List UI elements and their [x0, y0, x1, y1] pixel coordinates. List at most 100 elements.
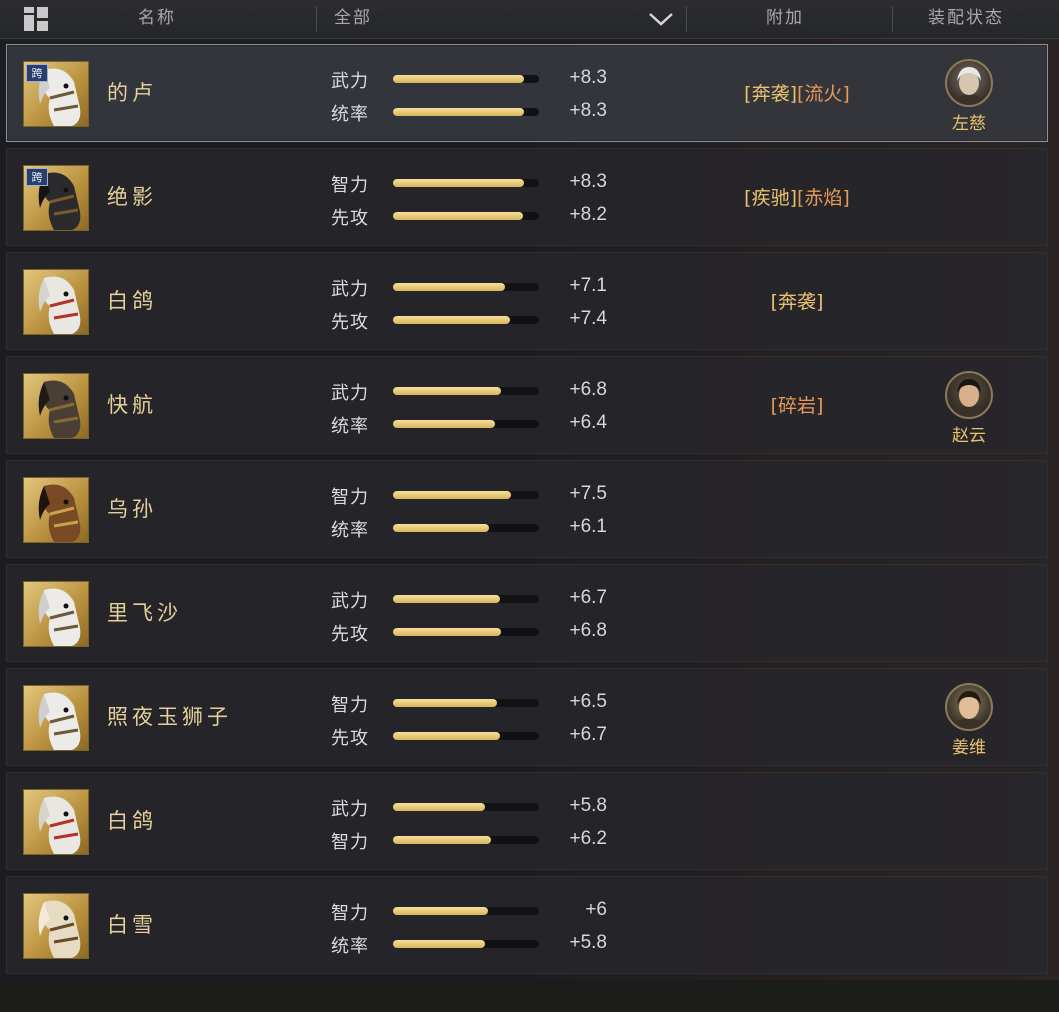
stat-label: 先攻	[331, 624, 369, 645]
horse-row[interactable]: 白鸽 武力 +5.8 智力 +6.2	[6, 772, 1048, 870]
skill-tag[interactable]: [碎岩]	[771, 395, 824, 417]
stat-label: 智力	[331, 832, 369, 853]
bonus-skills: [奔袭]	[727, 287, 867, 314]
horse-row[interactable]: 白鸽 武力 +7.1 先攻 +7.4 [奔袭]	[6, 252, 1048, 350]
horse-name: 白雪	[107, 913, 157, 937]
horse-row[interactable]: 乌孙 智力 +7.5 统率 +6.1	[6, 460, 1048, 558]
stat-value: +8.2	[569, 204, 607, 225]
skill-tag[interactable]: [奔袭]	[771, 291, 824, 313]
horse-portrait	[23, 789, 89, 855]
stat-value: +8.3	[569, 171, 607, 192]
stat-value: +7.1	[569, 275, 607, 296]
layout-toggle-icon[interactable]	[24, 7, 48, 31]
stat-label: 统率	[331, 104, 369, 125]
stat-label: 统率	[331, 520, 369, 541]
stat-label: 统率	[331, 416, 369, 437]
bonus-column-header: 附加	[766, 8, 804, 28]
general-portrait-icon	[953, 67, 985, 105]
horse-row[interactable]: 跨的卢 武力 +8.3 统率 +8.3 [奔袭][流火] 左慈	[6, 44, 1048, 142]
stat-label: 智力	[331, 175, 369, 196]
general-portrait-icon	[953, 379, 985, 417]
stat-value: +6.5	[569, 691, 607, 712]
horse-name: 里飞沙	[107, 601, 182, 625]
stat-line: 先攻 +6.8	[331, 620, 621, 645]
stat-bar-fill	[393, 836, 491, 844]
stat-value: +7.5	[569, 483, 607, 504]
stat-label: 武力	[331, 799, 369, 820]
horse-head-icon	[38, 276, 81, 334]
stat-bar	[393, 940, 539, 948]
stat-label: 智力	[331, 903, 369, 924]
stat-value: +6.8	[569, 620, 607, 641]
horse-name: 快航	[107, 393, 157, 417]
equipped-general-name: 姜维	[952, 738, 986, 758]
skill-tag[interactable]: [疾驰]	[744, 187, 797, 209]
stat-line: 智力 +6.5	[331, 691, 621, 716]
stat-line: 武力 +5.8	[331, 795, 621, 820]
stat-bar-fill	[393, 283, 506, 291]
general-avatar[interactable]	[945, 371, 993, 419]
name-column-header[interactable]: 名称	[138, 0, 176, 38]
stat-label: 武力	[331, 71, 369, 92]
stat-line: 统率 +8.3	[331, 100, 621, 125]
stat-value: +6.7	[569, 724, 607, 745]
stat-value: +6.2	[569, 828, 607, 849]
stat-line: 武力 +7.1	[331, 275, 621, 300]
stat-bar-fill	[393, 628, 502, 636]
list-header: 名称 全部 附加 装配状态	[0, 0, 1059, 39]
horse-head-icon	[38, 692, 81, 750]
stat-line: 先攻 +8.2	[331, 204, 621, 229]
horse-name: 白鸽	[107, 809, 157, 833]
cross-server-badge: 跨	[26, 168, 48, 186]
stat-bar-fill	[393, 524, 490, 532]
stat-line: 先攻 +7.4	[331, 308, 621, 333]
stat-label: 先攻	[331, 728, 369, 749]
stat-line: 智力 +7.5	[331, 483, 621, 508]
stat-bar	[393, 699, 539, 707]
stat-bar-fill	[393, 491, 512, 499]
stat-value: +6.8	[569, 379, 607, 400]
horse-row[interactable]: 跨绝影 智力 +8.3 先攻 +8.2 [疾驰][赤焰]	[6, 148, 1048, 246]
skill-tag[interactable]: [奔袭]	[744, 83, 797, 105]
stat-bar	[393, 387, 539, 395]
stat-value: +7.4	[569, 308, 607, 329]
skill-tag[interactable]: [流火]	[797, 83, 850, 105]
stat-label: 武力	[331, 279, 369, 300]
stat-label: 武力	[331, 383, 369, 404]
horse-name: 乌孙	[107, 497, 157, 521]
horse-name: 绝影	[107, 185, 157, 209]
stat-bar	[393, 316, 539, 324]
stat-line: 武力 +6.8	[331, 379, 621, 404]
stat-line: 统率 +6.4	[331, 412, 621, 437]
chevron-down-icon[interactable]	[648, 10, 674, 28]
horse-row[interactable]: 照夜玉狮子 智力 +6.5 先攻 +6.7 姜维	[6, 668, 1048, 766]
stat-line: 武力 +8.3	[331, 67, 621, 92]
general-portrait-icon	[953, 691, 985, 729]
stat-bar	[393, 524, 539, 532]
stat-bar-fill	[393, 108, 525, 116]
horse-portrait: 跨	[23, 61, 89, 127]
stat-bar	[393, 732, 539, 740]
horse-name: 照夜玉狮子	[107, 705, 232, 729]
equipped-general-name: 赵云	[952, 426, 986, 446]
stat-line: 统率 +6.1	[331, 516, 621, 541]
stat-label: 先攻	[331, 312, 369, 333]
horse-head-icon	[38, 900, 81, 958]
general-avatar[interactable]	[945, 59, 993, 107]
stat-line: 统率 +5.8	[331, 932, 621, 957]
horse-row[interactable]: 快航 武力 +6.8 统率 +6.4 [碎岩] 赵云	[6, 356, 1048, 454]
horse-row[interactable]: 里飞沙 武力 +6.7 先攻 +6.8	[6, 564, 1048, 662]
general-avatar[interactable]	[945, 683, 993, 731]
stat-line: 智力 +6.2	[331, 828, 621, 853]
stat-bar-fill	[393, 420, 496, 428]
stat-value: +6.1	[569, 516, 607, 537]
horse-portrait	[23, 685, 89, 751]
stat-bar-fill	[393, 907, 488, 915]
footer-bar	[0, 980, 1059, 1012]
horse-row[interactable]: 白雪 智力 +6 统率 +5.8	[6, 876, 1048, 974]
skill-tag[interactable]: [赤焰]	[797, 187, 850, 209]
header-divider	[892, 6, 893, 32]
attribute-filter-select[interactable]: 全部	[334, 0, 372, 38]
stat-line: 先攻 +6.7	[331, 724, 621, 749]
horse-portrait	[23, 893, 89, 959]
